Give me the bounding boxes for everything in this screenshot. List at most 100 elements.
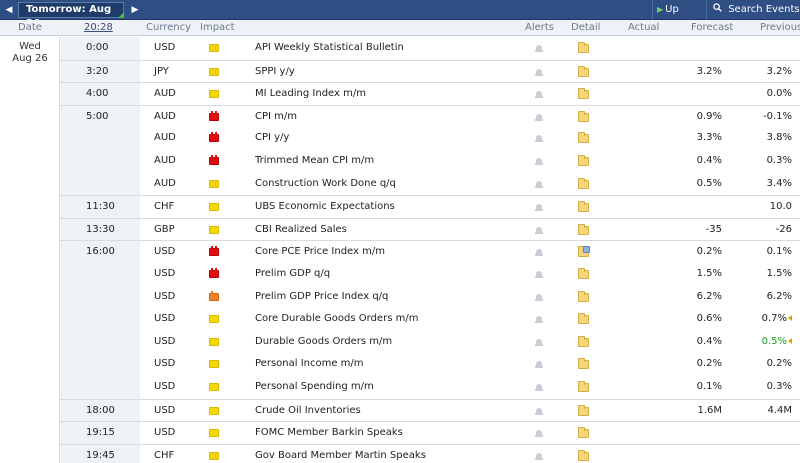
event-row[interactable]: 19:15 USD FOMC Member Barkin Speaks	[60, 421, 800, 444]
bell-icon[interactable]	[534, 449, 544, 463]
bell-icon[interactable]	[534, 335, 544, 349]
event-title[interactable]: CPI y/y	[255, 127, 289, 149]
event-title[interactable]: Core PCE Price Index m/m	[255, 241, 385, 263]
impact-cell	[209, 337, 219, 346]
folder-icon[interactable]	[578, 358, 589, 370]
event-row[interactable]: AUD Construction Work Done q/q 0.5% 3.4%	[60, 172, 800, 196]
folder-icon[interactable]	[578, 110, 589, 122]
folder-icon[interactable]	[578, 42, 589, 53]
previous-value: 0.3%	[766, 381, 792, 392]
event-row[interactable]: 19:45 CHF Gov Board Member Martin Speaks	[60, 443, 800, 463]
event-title[interactable]: SPPI y/y	[255, 61, 295, 83]
bell-icon[interactable]	[534, 426, 544, 440]
event-title[interactable]: UBS Economic Expectations	[255, 196, 395, 218]
event-forecast: 1.5%	[696, 268, 722, 279]
event-previous	[732, 422, 792, 444]
event-row[interactable]: 4:00 AUD MI Leading Index m/m 0.0%	[60, 82, 800, 105]
bell-icon[interactable]	[534, 223, 544, 237]
bell-icon[interactable]	[534, 245, 544, 259]
event-row[interactable]: USD Personal Spending m/m 0.1% 0.3%	[60, 376, 800, 399]
bell-icon[interactable]	[534, 357, 544, 371]
column-date: Date	[18, 22, 42, 33]
alert-cell	[534, 200, 544, 214]
impact-cell	[209, 67, 219, 76]
bell-icon[interactable]	[534, 131, 544, 145]
folder-icon[interactable]	[578, 427, 589, 439]
bell-icon[interactable]	[534, 110, 544, 124]
alert-cell	[534, 87, 544, 101]
bell-icon[interactable]	[534, 177, 544, 191]
folder-icon[interactable]	[578, 177, 589, 189]
event-row[interactable]: USD Personal Income m/m 0.2% 0.2%	[60, 353, 800, 376]
event-title[interactable]: CPI m/m	[255, 106, 297, 128]
bell-icon[interactable]	[534, 154, 544, 168]
folder-icon[interactable]	[578, 65, 589, 77]
event-row[interactable]: 11:30 CHF UBS Economic Expectations 10.0	[60, 195, 800, 218]
event-title[interactable]: MI Leading Index m/m	[255, 83, 366, 105]
event-title[interactable]: Trimmed Mean CPI m/m	[255, 150, 374, 172]
event-row[interactable]: 5:00 AUD CPI m/m 0.9% -0.1%	[60, 104, 800, 128]
event-row[interactable]: AUD CPI y/y 3.3% 3.8%	[60, 127, 800, 150]
folder-icon[interactable]	[578, 268, 589, 279]
column-impact: Impact	[200, 22, 235, 33]
alert-cell	[534, 335, 544, 349]
event-title[interactable]: Personal Income m/m	[255, 353, 364, 375]
folder-icon[interactable]	[578, 335, 589, 347]
event-row[interactable]: AUD Trimmed Mean CPI m/m 0.4% 0.3%	[60, 150, 800, 173]
bell-icon[interactable]	[534, 312, 544, 326]
event-previous: 6.2%	[732, 286, 792, 308]
bell-icon[interactable]	[534, 200, 544, 214]
detail-cell	[578, 201, 589, 213]
folder-icon[interactable]	[578, 132, 589, 144]
folder-icon[interactable]	[578, 404, 589, 416]
bell-icon[interactable]	[534, 380, 544, 394]
event-row[interactable]: 16:00 USD Core PCE Price Index m/m 0.2% 0.1%	[60, 240, 800, 263]
folder-icon[interactable]	[578, 223, 589, 235]
up-next-button[interactable]: ▶Up Next	[652, 0, 704, 35]
event-time: 18:00	[86, 404, 115, 416]
event-title[interactable]: Prelim GDP q/q	[255, 263, 330, 285]
folder-icon[interactable]	[578, 246, 590, 258]
folder-icon[interactable]	[578, 201, 589, 213]
folder-icon[interactable]	[578, 449, 589, 461]
event-forecast: 3.2%	[696, 65, 722, 77]
previous-value: -26	[775, 223, 792, 235]
search-events-button[interactable]: Search Events	[706, 0, 800, 20]
event-row[interactable]: USD Prelim GDP q/q 1.5% 1.5%	[60, 263, 800, 286]
folder-icon[interactable]	[578, 155, 589, 166]
impact-low-icon	[209, 337, 219, 346]
bell-icon[interactable]	[534, 41, 544, 55]
event-row[interactable]: 3:20 JPY SPPI y/y 3.2% 3.2%	[60, 59, 800, 83]
period-selector[interactable]: Tomorrow: Aug 26	[18, 2, 124, 29]
event-row[interactable]: 13:30 GBP CBI Realized Sales -35 -26	[60, 217, 800, 241]
column-time-zone[interactable]: 20:28	[84, 20, 113, 36]
folder-icon[interactable]	[578, 381, 589, 392]
event-row[interactable]: USD Core Durable Goods Orders m/m 0.6% 0.7%	[60, 308, 800, 331]
folder-icon[interactable]	[578, 313, 589, 325]
event-title[interactable]: Gov Board Member Martin Speaks	[255, 445, 426, 463]
event-row[interactable]: USD Durable Goods Orders m/m 0.4% 0.5%	[60, 330, 800, 354]
event-title[interactable]: API Weekly Statistical Bulletin	[255, 37, 404, 59]
bell-icon[interactable]	[534, 404, 544, 418]
event-row[interactable]: 18:00 USD Crude Oil Inventories 1.6M 4.4M	[60, 398, 800, 422]
event-row[interactable]: 0:00 USD API Weekly Statistical Bulletin	[60, 37, 800, 60]
bell-icon[interactable]	[534, 267, 544, 281]
event-title[interactable]: FOMC Member Barkin Speaks	[255, 422, 403, 444]
previous-value: 10.0	[769, 201, 792, 213]
folder-icon[interactable]	[578, 290, 589, 302]
event-title[interactable]: Crude Oil Inventories	[255, 400, 361, 422]
event-title[interactable]: Prelim GDP Price Index q/q	[255, 286, 388, 308]
event-title[interactable]: Construction Work Done q/q	[255, 173, 396, 195]
bell-icon[interactable]	[534, 290, 544, 304]
event-title[interactable]: CBI Realized Sales	[255, 219, 347, 241]
event-title[interactable]: Durable Goods Orders m/m	[255, 331, 392, 353]
alert-cell	[534, 267, 544, 281]
event-title[interactable]: Core Durable Goods Orders m/m	[255, 308, 418, 330]
bell-icon[interactable]	[534, 65, 544, 79]
previous-period-button[interactable]: ◀	[3, 2, 15, 18]
next-period-button[interactable]: ▶	[129, 2, 141, 18]
event-row[interactable]: USD Prelim GDP Price Index q/q 6.2% 6.2%	[60, 285, 800, 309]
event-title[interactable]: Personal Spending m/m	[255, 376, 374, 398]
bell-icon[interactable]	[534, 87, 544, 101]
folder-icon[interactable]	[578, 88, 589, 100]
